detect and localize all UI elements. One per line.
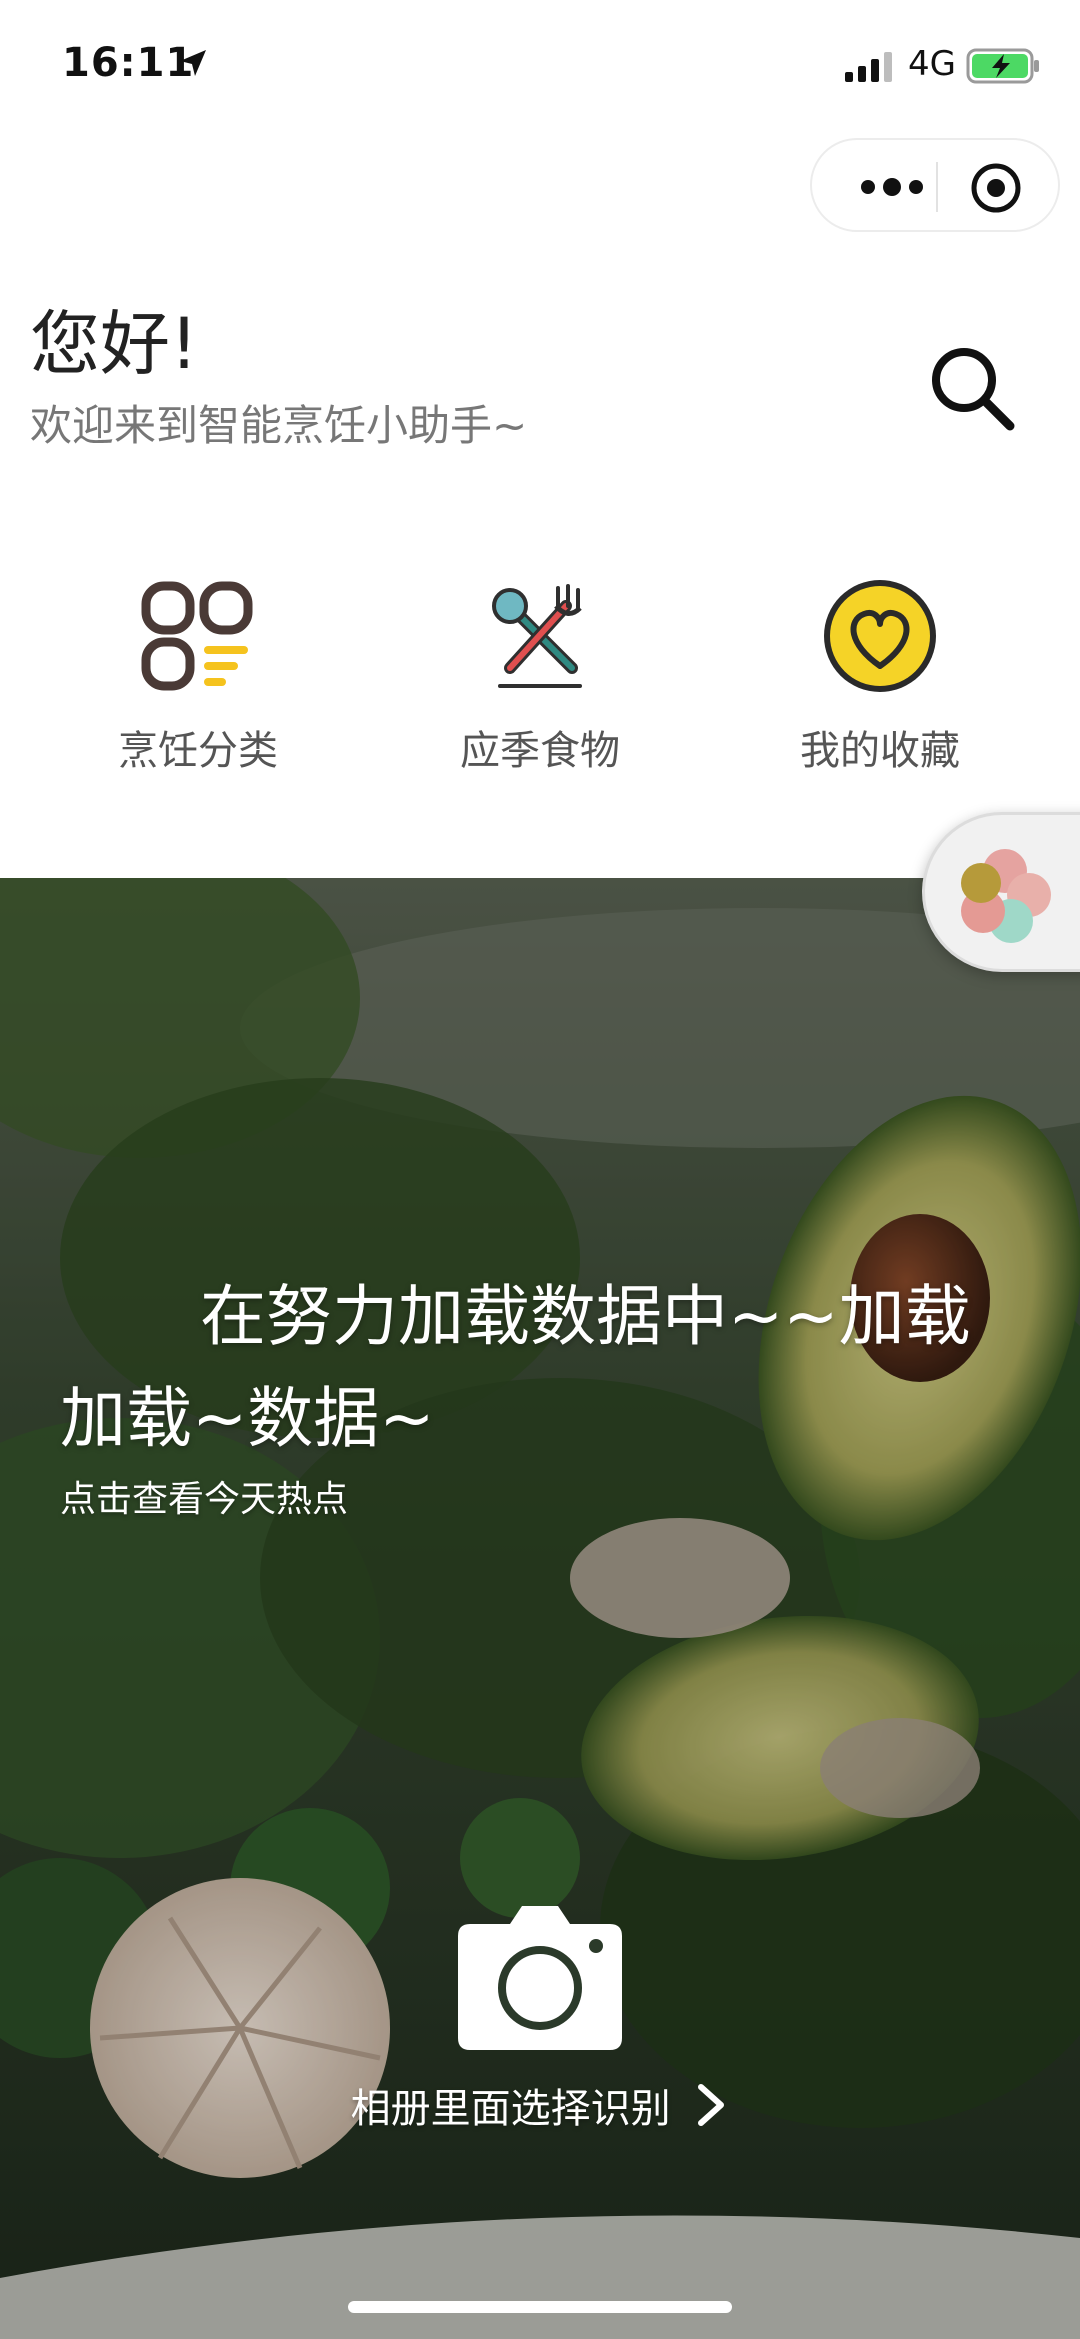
greeting-title: 您好! (30, 303, 199, 385)
more-dots-icon[interactable] (852, 162, 932, 212)
hero-headline: 在努力加载数据中~~加载加载~数据~ (60, 1278, 971, 1457)
camera-icon[interactable] (448, 1902, 632, 2052)
category-grid-icon (141, 581, 253, 691)
utensils-icon (492, 584, 582, 688)
network-type: 4G (908, 44, 956, 84)
status-time: 16:11 (62, 40, 195, 86)
nav-seasonal-food[interactable]: 应季食物 (390, 576, 690, 776)
album-select-label: 相册里面选择识别 (350, 2086, 671, 2132)
floating-action-button[interactable] (922, 812, 1080, 972)
nav-label: 应季食物 (460, 728, 620, 774)
chevron-right-icon (698, 2084, 725, 2126)
nav-label: 我的收藏 (800, 728, 960, 774)
nav-cooking-category[interactable]: 烹饪分类 (48, 576, 348, 776)
target-close-icon[interactable] (968, 160, 1024, 216)
greeting-subtitle: 欢迎来到智能烹饪小助手~ (30, 401, 528, 450)
search-icon[interactable] (924, 340, 1020, 436)
flower-pinwheel-icon (961, 849, 1051, 943)
battery-charging-icon (966, 48, 1039, 84)
nav-my-favorites[interactable]: 我的收藏 (730, 576, 1030, 776)
heart-icon (824, 580, 936, 692)
hero-banner[interactable]: 在努力加载数据中~~加载加载~数据~ 点击查看今天热点 相册里面选择识别 (0, 878, 1080, 2339)
status-bar: 16:11 4G (0, 0, 1080, 130)
capsule-divider (936, 162, 938, 212)
hot-topics-link[interactable]: 点击查看今天热点 (60, 1470, 348, 1522)
album-select-link[interactable]: 相册里面选择识别 (0, 2076, 1080, 2134)
home-indicator[interactable] (348, 2301, 732, 2313)
nav-label: 烹饪分类 (118, 728, 278, 774)
miniprogram-capsule (810, 138, 1060, 232)
signal-bars-icon (845, 52, 892, 82)
location-arrow-icon (180, 50, 206, 76)
